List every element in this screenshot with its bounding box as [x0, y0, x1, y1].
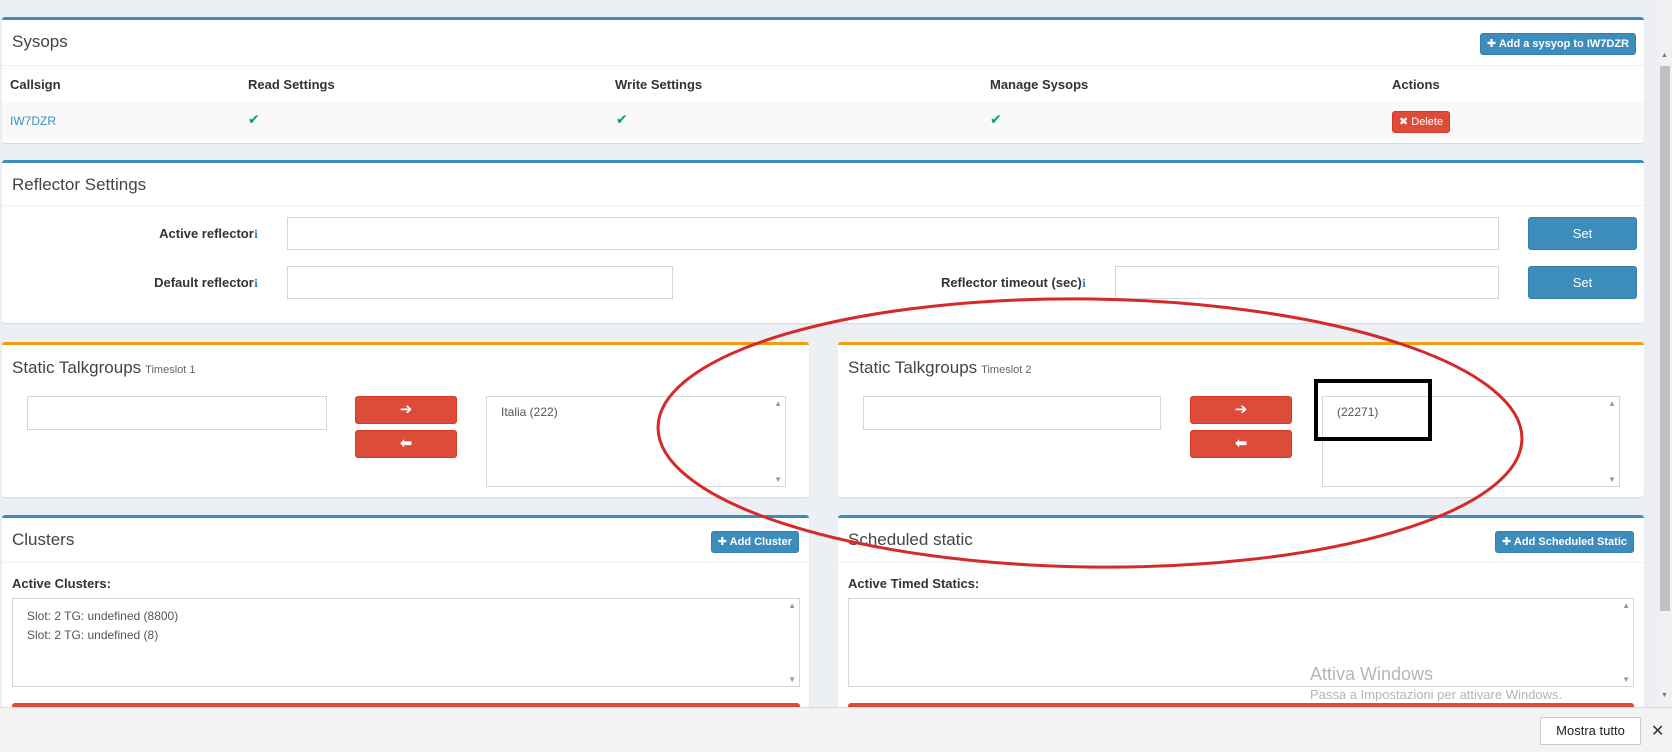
col-actions: Actions — [1392, 77, 1440, 92]
manage-check-icon: ✔ — [990, 111, 1002, 127]
default-reflector-input[interactable] — [287, 266, 673, 299]
scrollbar-thumb[interactable] — [1660, 66, 1670, 611]
reflector-timeout-label: Reflector timeout (sec)ℹ — [940, 275, 1086, 290]
callsign-link[interactable]: IW7DZR — [10, 114, 56, 128]
scheduled-title: Scheduled static — [848, 530, 973, 549]
scroll-down-icon[interactable]: ▼ — [1608, 475, 1616, 484]
scroll-up-icon[interactable]: ▲ — [1661, 52, 1668, 59]
list-item[interactable]: (22271) — [1323, 397, 1619, 422]
times-icon: ✖ — [1399, 116, 1409, 128]
col-manage-sysops: Manage Sysops — [990, 77, 1089, 92]
list-item[interactable]: Slot: 2 TG: undefined (8) — [13, 626, 799, 645]
arrow-left-icon: ⬅ — [399, 435, 413, 452]
col-read-settings: Read Settings — [248, 77, 335, 92]
clusters-listbox[interactable]: Slot: 2 TG: undefined (8800) Slot: 2 TG:… — [12, 598, 800, 687]
delete-button[interactable]: ✖ Delete — [1392, 111, 1451, 133]
static-tg-ts1-panel: Static Talkgroups Timeslot 1 ➔ ⬅ Italia (… — [2, 342, 809, 497]
write-check-icon: ✔ — [616, 111, 628, 127]
plus-icon: ✚ — [1502, 536, 1512, 548]
active-timed-statics-label: Active Timed Statics: — [848, 576, 980, 591]
sysops-title: Sysops — [12, 32, 68, 51]
arrow-right-icon: ➔ — [399, 401, 413, 418]
scroll-up-icon[interactable]: ▲ — [1622, 601, 1630, 610]
info-icon[interactable]: ℹ — [1082, 278, 1086, 290]
ts1-remove-button[interactable]: ⬅ — [355, 430, 457, 458]
page-scrollbar[interactable]: ▲ ▼ — [1658, 0, 1672, 707]
active-reflector-label: Active reflectorℹ — [159, 226, 258, 241]
reflector-timeout-input[interactable] — [1115, 266, 1499, 299]
col-write-settings: Write Settings — [615, 77, 703, 92]
ts1-add-input[interactable] — [27, 396, 327, 430]
static-tg-ts2-panel: Static Talkgroups Timeslot 2 ➔ ⬅ (22271) … — [838, 342, 1644, 497]
active-reflector-input[interactable] — [287, 217, 1499, 250]
add-scheduled-static-button[interactable]: ✚ Add Scheduled Static — [1495, 531, 1634, 553]
ts2-add-button[interactable]: ➔ — [1190, 396, 1292, 424]
show-all-button[interactable]: Mostra tutto — [1540, 717, 1641, 745]
clusters-panel: Clusters ✚ Add Cluster Active Clusters: … — [2, 515, 809, 718]
info-icon[interactable]: ℹ — [254, 278, 258, 290]
list-item[interactable]: Slot: 2 TG: undefined (8800) — [13, 599, 799, 626]
info-icon[interactable]: ℹ — [254, 229, 258, 241]
scroll-down-icon[interactable]: ▼ — [788, 675, 796, 684]
arrow-right-icon: ➔ — [1234, 401, 1248, 418]
ts1-listbox[interactable]: Italia (222) ▲ ▼ — [486, 396, 786, 487]
scroll-up-icon[interactable]: ▲ — [1608, 399, 1616, 408]
list-item[interactable]: Italia (222) — [487, 397, 785, 422]
ts2-title: Static Talkgroups Timeslot 2 — [848, 358, 1032, 377]
ts2-listbox[interactable]: (22271) ▲ ▼ — [1322, 396, 1620, 487]
scroll-down-icon[interactable]: ▼ — [1661, 692, 1668, 699]
table-row: IW7DZR ✔ ✔ ✔ ✖ Delete — [2, 102, 1644, 140]
reflector-panel: Reflector Settings Active reflectorℹ Set… — [2, 160, 1644, 323]
ts1-title: Static Talkgroups Timeslot 1 — [12, 358, 196, 377]
clusters-title: Clusters — [12, 530, 75, 549]
col-callsign: Callsign — [10, 77, 61, 92]
ts2-add-input[interactable] — [863, 396, 1161, 430]
windows-activation-watermark: Attiva Windows Passa a Impostazioni per … — [1310, 664, 1563, 702]
default-reflector-label: Default reflectorℹ — [154, 275, 258, 290]
plus-icon: ✚ — [717, 536, 727, 548]
timeout-set-button[interactable]: Set — [1528, 266, 1637, 299]
sysops-panel: Sysops ✚ Add a sysyop to IW7DZR Callsign… — [2, 17, 1644, 143]
reflector-title: Reflector Settings — [12, 175, 147, 194]
active-reflector-set-button[interactable]: Set — [1528, 217, 1637, 250]
ts2-remove-button[interactable]: ⬅ — [1190, 430, 1292, 458]
plus-icon: ✚ — [1486, 38, 1497, 50]
close-icon[interactable]: ✕ — [1651, 721, 1664, 741]
read-check-icon: ✔ — [248, 111, 260, 127]
active-clusters-label: Active Clusters: — [12, 576, 111, 591]
scroll-down-icon[interactable]: ▼ — [774, 475, 782, 484]
download-bar: Mostra tutto ✕ — [0, 707, 1672, 752]
scroll-up-icon[interactable]: ▲ — [774, 399, 782, 408]
scroll-up-icon[interactable]: ▲ — [788, 601, 796, 610]
scroll-down-icon[interactable]: ▼ — [1622, 675, 1630, 684]
add-cluster-button[interactable]: ✚ Add Cluster — [710, 531, 799, 553]
add-sysop-button[interactable]: ✚ Add a sysyop to IW7DZR — [1479, 33, 1636, 55]
arrow-left-icon: ⬅ — [1234, 435, 1248, 452]
ts1-add-button[interactable]: ➔ — [355, 396, 457, 424]
